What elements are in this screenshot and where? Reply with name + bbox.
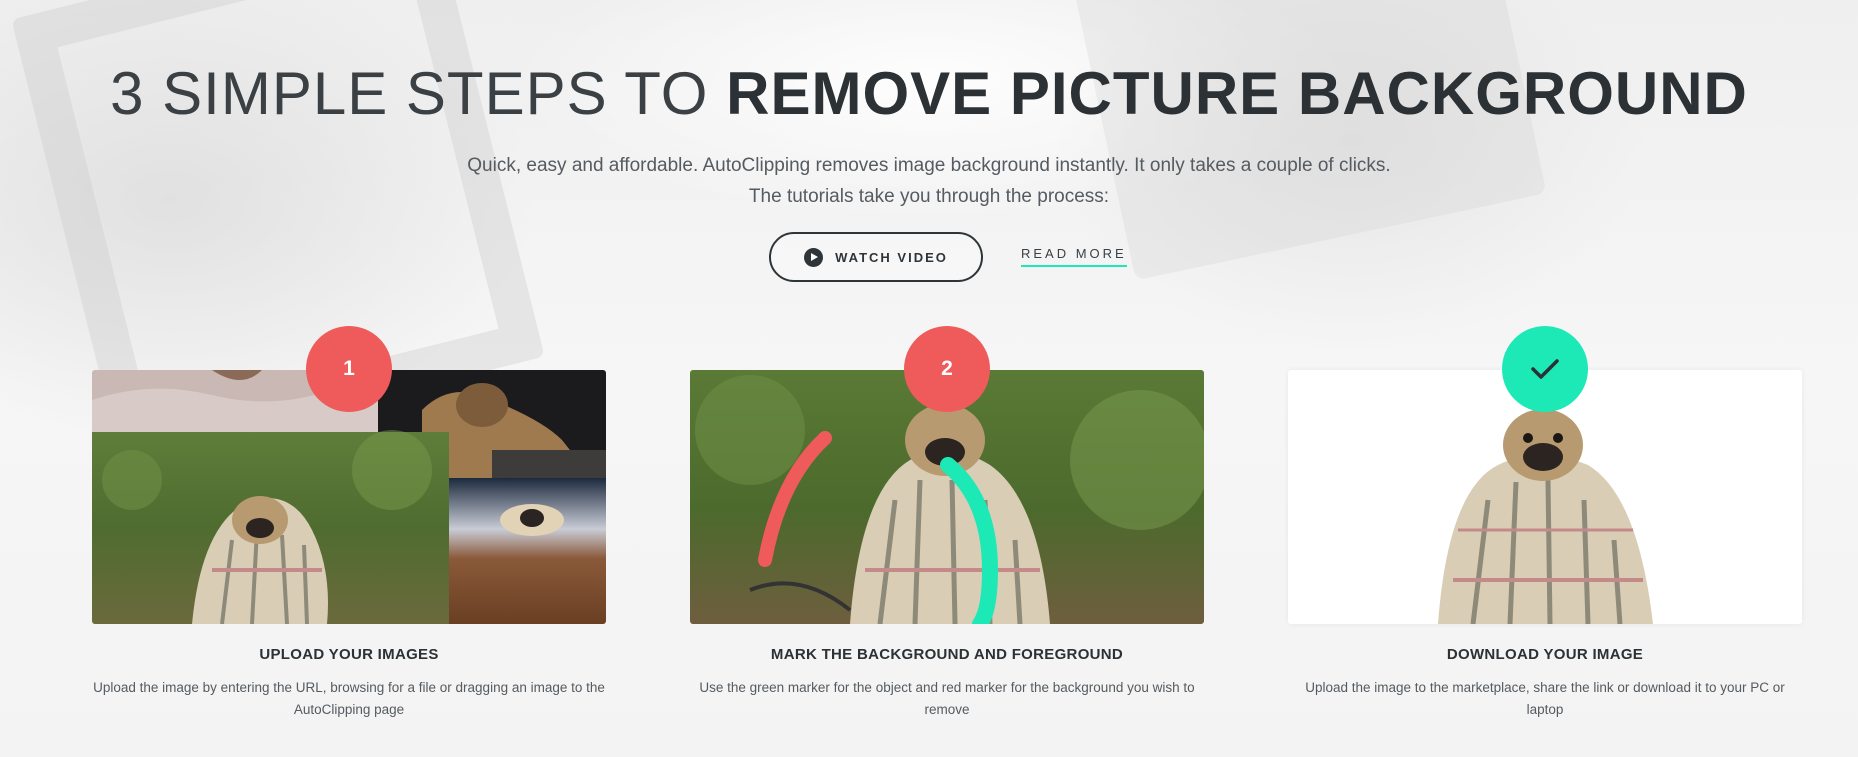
step-1-title: UPLOAD YOUR IMAGES xyxy=(259,646,439,663)
page-title: 3 SIMPLE STEPS TO REMOVE PICTURE BACKGRO… xyxy=(0,58,1858,130)
step-2-title: MARK THE BACKGROUND AND FOREGROUND xyxy=(770,646,1124,663)
title-light-part: 3 SIMPLE STEPS TO xyxy=(110,60,727,127)
step-1-description: Upload the image by entering the URL, br… xyxy=(93,680,605,717)
title-bold-part: REMOVE PICTURE BACKGROUND xyxy=(726,60,1748,127)
check-icon xyxy=(1531,359,1559,379)
read-more-link[interactable]: READ MORE xyxy=(1021,246,1127,267)
subtitle-line-1: Quick, easy and affordable. AutoClipping… xyxy=(467,155,1391,176)
step-3-title: DOWNLOAD YOUR IMAGE xyxy=(1446,646,1644,663)
subtitle-line-2: The tutorials take you through the proce… xyxy=(748,186,1110,207)
play-icon xyxy=(804,247,824,267)
watch-video-label: WATCH VIDEO xyxy=(835,249,948,265)
watch-video-button[interactable]: WATCH VIDEO xyxy=(769,232,983,282)
step-2-description: Use the green marker for the object and … xyxy=(699,680,1195,717)
step-2-badge: 2 xyxy=(904,326,990,412)
page-subtitle: Quick, easy and affordable. AutoClipping… xyxy=(0,150,1858,212)
step-3-description: Upload the image to the marketplace, sha… xyxy=(1305,680,1785,717)
step-1-badge: 1 xyxy=(306,326,392,412)
step-3-badge xyxy=(1502,326,1588,412)
